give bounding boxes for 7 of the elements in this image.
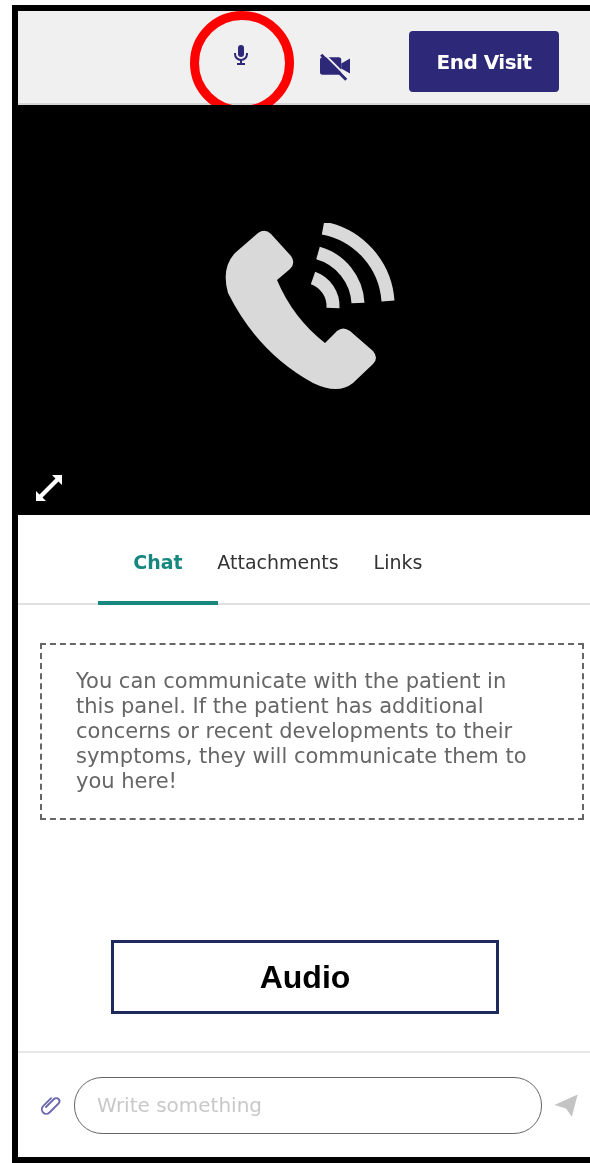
end-visit-button[interactable]: End Visit [409, 31, 559, 92]
tab[interactable]: Attachments [218, 515, 338, 605]
callout-label: Audio [111, 940, 499, 1014]
tab[interactable]: Links [338, 515, 458, 605]
tab[interactable]: Chat [98, 515, 218, 605]
expand-icon[interactable] [34, 473, 64, 503]
chat-notice: You can communicate with the patient in this panel. If the patient has additional concerns or recent developments to their symptoms, they will communicate them to you here! [40, 643, 584, 820]
